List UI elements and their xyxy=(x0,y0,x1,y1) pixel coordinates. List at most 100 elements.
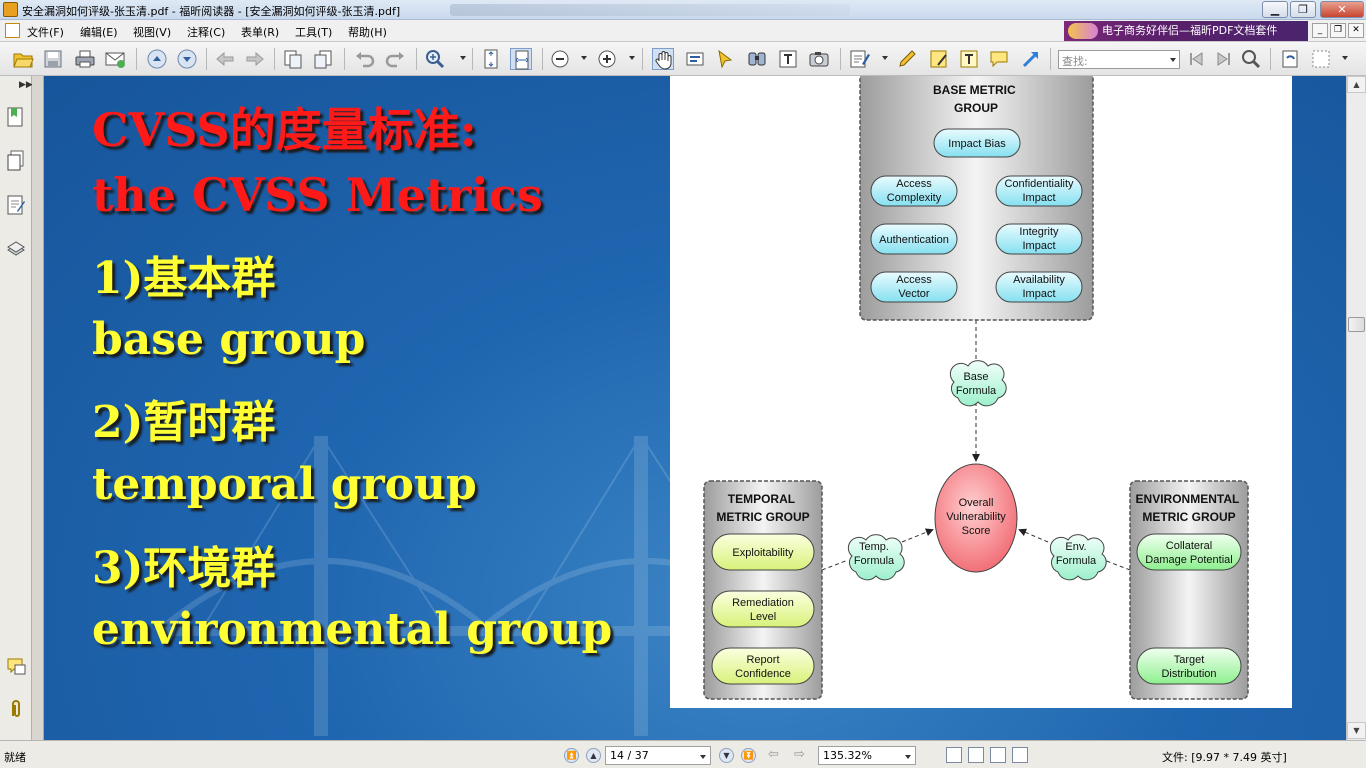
cvss-diagram: BASE METRIC GROUP Impact Bias Access Comp… xyxy=(670,76,1292,708)
rotate-icon[interactable] xyxy=(1279,48,1301,70)
env-formula-cloud: Env. Formula xyxy=(1049,534,1107,581)
facing-view-icon[interactable] xyxy=(990,747,1006,763)
menu-bar: 文件(F) 编辑(E) 视图(V) 注释(C) 表单(R) 工具(T) 帮助(H… xyxy=(0,20,1366,42)
window-title: 安全漏洞如何评级-张玉清.pdf - 福昕阅读器 - [安全漏洞如何评级-张玉清… xyxy=(22,5,401,18)
temp-formula-cloud: Temp. Formula xyxy=(847,534,905,581)
doc-restore-button[interactable]: ❐ xyxy=(1330,23,1346,38)
redo-icon[interactable] xyxy=(384,48,406,70)
first-page-icon[interactable]: ⏫ xyxy=(564,748,579,763)
slide-item-env-en: environmental group xyxy=(92,604,613,655)
arrow-tool-icon[interactable] xyxy=(1020,48,1042,70)
menu-file[interactable]: 文件(F) xyxy=(27,24,64,40)
scroll-up-icon[interactable]: ▲ xyxy=(1347,76,1366,93)
metric-pill-exploitability: Exploitability xyxy=(711,533,815,571)
comments-panel-icon[interactable] xyxy=(6,194,26,216)
page-number-field[interactable]: 14 / 37 xyxy=(605,746,711,765)
hand-tool-icon[interactable] xyxy=(652,48,674,70)
continuous-view-icon[interactable] xyxy=(968,747,984,763)
save-icon[interactable] xyxy=(42,48,64,70)
menu-tools[interactable]: 工具(T) xyxy=(295,24,332,40)
promo-banner[interactable]: 电子商务好伴侣—福昕PDF文档套件 xyxy=(1064,21,1308,41)
highlight-icon[interactable] xyxy=(896,48,918,70)
continuous-facing-view-icon[interactable] xyxy=(1012,747,1028,763)
zoom-value: 135.32% xyxy=(823,749,872,762)
comment-list-icon[interactable] xyxy=(6,656,26,678)
doc-close-button[interactable]: ✕ xyxy=(1348,23,1364,38)
page-size-info: 文件: [9.97 * 7.49 英寸] xyxy=(1162,751,1287,764)
note-icon[interactable] xyxy=(928,48,950,70)
forward-view-icon[interactable]: ⇨ xyxy=(794,747,805,762)
collapse-panel-icon[interactable]: ▶▶ xyxy=(19,80,33,90)
scroll-down-icon[interactable]: ▼ xyxy=(1347,722,1366,739)
menu-help[interactable]: 帮助(H) xyxy=(348,24,387,40)
find-tool-icon[interactable] xyxy=(746,48,768,70)
undo-icon[interactable] xyxy=(354,48,376,70)
find-next-icon[interactable] xyxy=(1212,48,1234,70)
prev-page-status-icon[interactable]: ▲ xyxy=(586,748,601,763)
typewriter-icon[interactable] xyxy=(777,48,799,70)
slide-heading-en: the CVSS Metrics xyxy=(92,168,543,222)
next-page-icon[interactable] xyxy=(176,48,198,70)
grid-icon[interactable] xyxy=(1310,48,1332,70)
menu-edit[interactable]: 编辑(E) xyxy=(80,24,118,40)
menu-form[interactable]: 表单(R) xyxy=(241,24,279,40)
zoom-field[interactable]: 135.32% xyxy=(818,746,916,765)
metric-pill-authentication: Authentication xyxy=(870,223,958,255)
menu-view[interactable]: 视图(V) xyxy=(133,24,171,40)
search-placeholder: 查找: xyxy=(1062,55,1088,68)
scroll-thumb[interactable] xyxy=(1348,317,1365,332)
svg-text:Authentication: Authentication xyxy=(879,234,949,246)
search-input[interactable]: 查找: xyxy=(1058,50,1180,69)
minimize-button[interactable]: ▁ xyxy=(1262,1,1288,18)
promo-logo-icon xyxy=(1068,23,1098,39)
bookmarks-icon[interactable] xyxy=(6,106,26,128)
find-prev-icon[interactable] xyxy=(1186,48,1208,70)
pages-icon[interactable] xyxy=(6,150,26,172)
promo-text: 电子商务好伴侣—福昕PDF文档套件 xyxy=(1102,24,1278,37)
fit-width-icon[interactable] xyxy=(510,48,532,70)
back-icon[interactable] xyxy=(214,48,236,70)
print-icon[interactable] xyxy=(74,48,96,70)
panel-splitter[interactable] xyxy=(32,76,44,740)
maximize-button[interactable]: ❐ xyxy=(1290,1,1316,18)
single-page-view-icon[interactable] xyxy=(946,747,962,763)
svg-text:Exploitability: Exploitability xyxy=(732,547,794,559)
prev-page-icon[interactable] xyxy=(146,48,168,70)
forward-icon[interactable] xyxy=(244,48,266,70)
search-dropdown-icon[interactable] xyxy=(1170,58,1176,62)
zoom-in-icon[interactable] xyxy=(596,48,618,70)
layers-icon[interactable] xyxy=(6,238,26,260)
search-icon[interactable] xyxy=(1240,48,1262,70)
extract-pages-icon[interactable] xyxy=(282,48,304,70)
cvss-diagram-svg: BASE METRIC GROUP Impact Bias Access Comp… xyxy=(703,76,1249,700)
status-bar: 就绪 ⏫ ▲ 14 / 37 ▼ ⏬ ⇦ ⇨ 135.32% 文件: [9.97… xyxy=(0,740,1366,768)
back-view-icon[interactable]: ⇦ xyxy=(768,747,779,762)
slide-item-temporal-cn: 2)暂时群 xyxy=(92,397,276,448)
attachment-icon[interactable] xyxy=(6,698,26,720)
fit-page-icon[interactable] xyxy=(480,48,502,70)
page-dropdown-icon[interactable] xyxy=(700,755,706,759)
title-bar-background xyxy=(450,4,850,16)
zoom-out-icon[interactable] xyxy=(549,48,571,70)
textbox-icon[interactable] xyxy=(958,48,980,70)
metric-pill-impact-bias: Impact Bias xyxy=(933,128,1021,158)
last-page-icon[interactable]: ⏬ xyxy=(741,748,756,763)
doc-minimize-button[interactable]: _ xyxy=(1312,23,1328,38)
menu-comment[interactable]: 注释(C) xyxy=(187,24,225,40)
status-text: 就绪 xyxy=(4,751,26,764)
email-icon[interactable] xyxy=(104,48,126,70)
zoom-in-tool-icon[interactable] xyxy=(424,48,446,70)
snapshot-icon[interactable] xyxy=(808,48,830,70)
select-text-icon[interactable] xyxy=(684,48,706,70)
vertical-scrollbar[interactable]: ▲ ▼ xyxy=(1346,76,1366,740)
toolbar: 查找: xyxy=(0,42,1366,76)
open-icon[interactable] xyxy=(12,48,34,70)
next-page-status-icon[interactable]: ▼ xyxy=(719,748,734,763)
document-viewport[interactable]: CVSS的度量标准: the CVSS Metrics 1)基本群 base g… xyxy=(44,76,1346,740)
zoom-dropdown-icon[interactable] xyxy=(905,755,911,759)
close-button[interactable]: ✕ xyxy=(1320,1,1364,18)
comment-tool-icon[interactable] xyxy=(848,48,870,70)
select-annotation-icon[interactable] xyxy=(714,48,736,70)
insert-pages-icon[interactable] xyxy=(312,48,334,70)
callout-icon[interactable] xyxy=(988,48,1010,70)
